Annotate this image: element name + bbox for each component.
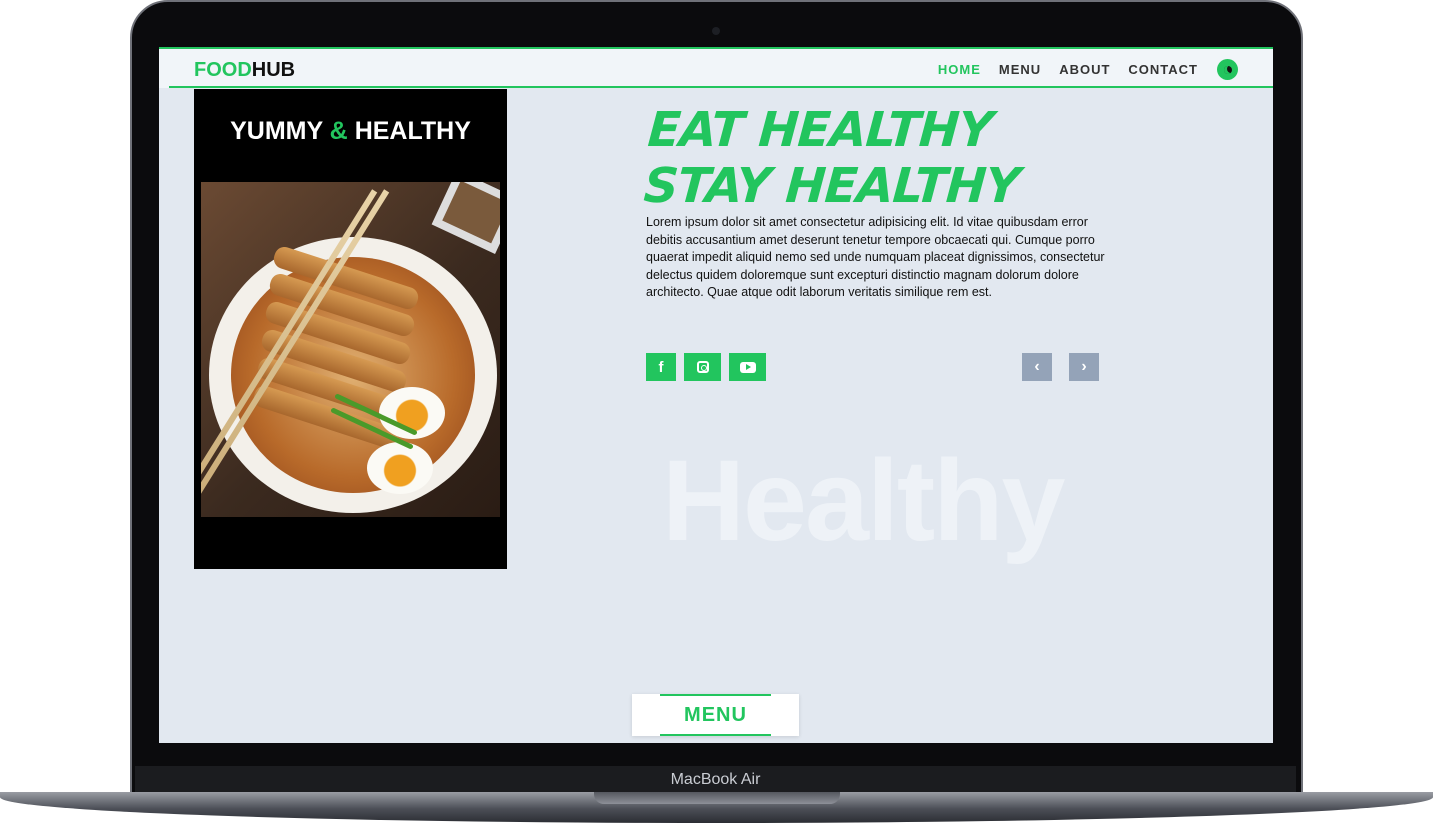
food-image — [201, 182, 500, 517]
nav-home[interactable]: HOME — [938, 62, 981, 77]
soft-boiled-egg — [367, 442, 433, 494]
hero-description: Lorem ipsum dolor sit amet consectetur a… — [646, 215, 1105, 299]
instagram-icon — [696, 361, 709, 373]
instagram-button[interactable] — [684, 353, 721, 381]
card-title: YUMMY & HEALTHY — [194, 117, 507, 146]
facebook-icon: f — [658, 358, 664, 376]
logo[interactable]: FOODHUB — [194, 59, 295, 82]
menu-button[interactable]: MENU — [632, 694, 799, 736]
card-title-healthy: HEALTHY — [354, 117, 471, 145]
logo-part-hub: HUB — [251, 59, 296, 81]
facebook-button[interactable]: f — [646, 353, 676, 381]
navbar-underline — [169, 86, 1273, 88]
hero-headline: EAT HEALTHY STAY HEALTHY — [642, 102, 1025, 214]
card-title-yummy: YUMMY — [230, 117, 323, 145]
watermark-text: Healthy — [662, 437, 1065, 565]
sesame-dish — [431, 182, 500, 254]
headline-line-2: STAY HEALTHY — [642, 158, 1022, 214]
featured-card: YUMMY & HEALTHY — [194, 89, 507, 569]
next-slide-button[interactable]: › — [1069, 353, 1099, 381]
chevron-left-icon: ‹ — [1034, 358, 1040, 375]
previous-slide-button[interactable]: ‹ — [1022, 353, 1052, 381]
theme-toggle-button[interactable] — [1217, 59, 1238, 80]
laptop-chin-label: MacBook Air — [135, 766, 1296, 794]
youtube-icon — [739, 361, 756, 373]
logo-part-food: FOOD — [194, 59, 252, 81]
screen: FOODHUB HOME MENU ABOUT CONTACT YUMMY & … — [159, 47, 1273, 743]
card-title-amp: & — [329, 117, 348, 145]
laptop-hinge-notch — [594, 792, 840, 804]
nav-about[interactable]: ABOUT — [1059, 62, 1110, 77]
nav-menu[interactable]: MENU — [999, 62, 1041, 77]
social-links: f — [646, 353, 766, 381]
youtube-button[interactable] — [729, 353, 766, 381]
moon-icon — [1223, 65, 1232, 74]
headline-line-1: EAT HEALTHY — [646, 102, 995, 158]
navbar: FOODHUB HOME MENU ABOUT CONTACT — [159, 47, 1273, 88]
nav-contact[interactable]: CONTACT — [1128, 62, 1198, 77]
main-nav: HOME MENU ABOUT CONTACT — [938, 62, 1198, 77]
camera — [712, 27, 720, 35]
chevron-right-icon: › — [1081, 358, 1087, 375]
